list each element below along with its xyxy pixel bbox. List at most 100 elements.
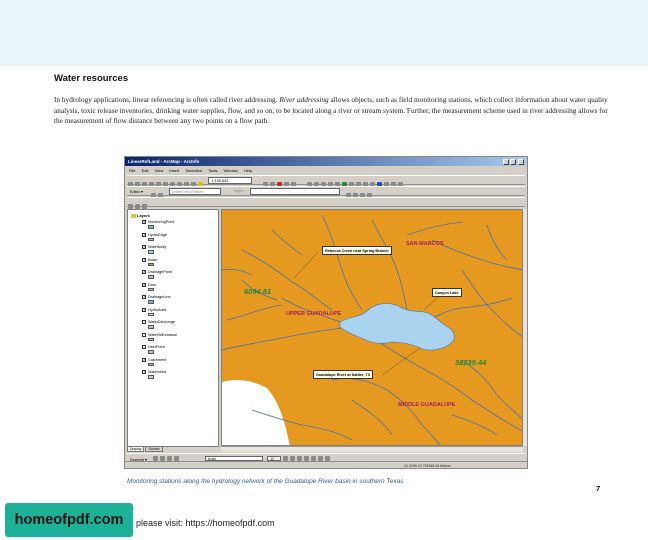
status-coordinates: -21.0299.02 794363.46 Meters xyxy=(403,463,451,468)
header-banner xyxy=(0,0,648,66)
watermark-logo[interactable]: homeofpdf.com xyxy=(5,503,133,537)
marker-color-icon[interactable] xyxy=(325,455,331,461)
layer-name: HydroArea xyxy=(148,307,167,312)
menu-bar: File Edit View Insert Selection Tools Wi… xyxy=(125,167,527,174)
editor-toolbar: Editor ▾ Create New Feature Target: xyxy=(127,186,525,198)
status-bar: -21.0299.02 794363.46 Meters xyxy=(125,461,527,468)
layer-symbol-swatch xyxy=(148,337,154,341)
close-button[interactable] xyxy=(518,158,524,165)
menu-edit[interactable]: Edit xyxy=(142,168,149,173)
font-color-icon[interactable] xyxy=(304,455,310,461)
layer-name: DrainageLine xyxy=(148,295,171,299)
task-dropdown[interactable]: Create New Feature xyxy=(168,188,221,195)
layer-checkbox[interactable] xyxy=(142,345,146,349)
watermark-text: please visit: https://homeofpdf.com xyxy=(136,518,275,528)
target-dropdown[interactable] xyxy=(250,188,341,195)
outside-basin-area xyxy=(222,380,290,445)
menu-tools[interactable]: Tools xyxy=(208,168,217,173)
label-san-marcos: SAN MARCOS xyxy=(406,241,444,247)
layer-symbol-swatch xyxy=(148,262,154,266)
underline-icon[interactable] xyxy=(297,455,303,461)
layer-name: Basin xyxy=(148,257,158,262)
toc-root[interactable]: Layers xyxy=(131,213,150,218)
layer-checkbox[interactable]: ✓ xyxy=(142,257,146,262)
menu-window[interactable]: Window xyxy=(223,168,237,173)
layer-symbol-swatch xyxy=(148,375,154,379)
menu-insert[interactable]: Insert xyxy=(169,168,179,173)
layer-symbol-swatch xyxy=(148,237,154,241)
fill-color-icon[interactable] xyxy=(311,455,317,461)
layer-symbol-swatch xyxy=(148,225,154,229)
layer-symbol-swatch xyxy=(148,275,154,279)
measure-label-left: 6094.81 xyxy=(244,287,272,296)
toc-tabs: Display Source xyxy=(127,446,219,452)
layer-name: Catchment xyxy=(148,357,167,362)
layer-checkbox[interactable]: ✓ xyxy=(142,245,146,249)
tab-source[interactable]: Source xyxy=(145,446,163,452)
callout-rebecca-creek[interactable]: Rebecca Creek near Spring Branch xyxy=(322,246,392,255)
target-label: Target: xyxy=(233,189,244,193)
menu-help[interactable]: Help xyxy=(244,168,252,173)
page-number: 7 xyxy=(596,484,601,493)
text-tool-icon[interactable] xyxy=(173,455,179,461)
layer-checkbox[interactable] xyxy=(142,332,146,337)
measure-label-right: 38239.44 xyxy=(455,358,487,367)
layer-symbol-swatch xyxy=(148,312,154,316)
layer-symbol-swatch xyxy=(148,325,154,329)
menu-view[interactable]: View xyxy=(155,168,164,173)
menu-selection[interactable]: Selection xyxy=(185,168,201,173)
layer-name: DrainagePoint xyxy=(148,270,173,274)
layer-checkbox[interactable]: ✓ xyxy=(142,370,146,374)
layer-name: WaterDischarge xyxy=(148,320,176,324)
layer-checkbox[interactable] xyxy=(142,320,146,324)
map-horizontal-scrollbar[interactable] xyxy=(221,446,523,452)
layer-checkbox[interactable]: ✓ xyxy=(142,282,146,287)
menu-file[interactable]: File xyxy=(129,168,135,173)
maximize-button[interactable] xyxy=(510,158,516,165)
callout-canyon-lake[interactable]: Canyon Lake xyxy=(432,288,462,297)
label-middle-guadalupe: MIDDLE GUADALUPE xyxy=(398,402,456,408)
layer-checkbox[interactable]: ✓ xyxy=(142,232,146,237)
drawing-toolbar: Drawing ▾ Arial 10 xyxy=(127,453,525,462)
body-emphasis: River addressing xyxy=(279,95,329,104)
figure-caption: Monitoring stations along the hydrology … xyxy=(127,478,404,485)
layer-checkbox[interactable]: ✓ xyxy=(142,357,146,362)
select-pointer-icon[interactable] xyxy=(152,455,158,461)
layer-name: Watershed xyxy=(148,370,167,374)
window-titlebar: LinearRefLand - ArcMap - ArcInfo xyxy=(125,157,527,166)
map-view[interactable]: SAN MARCOS UPPER GUADALUPE MIDDLE GUADAL… xyxy=(221,209,523,446)
layer-symbol-swatch xyxy=(148,250,154,254)
scale-box[interactable]: 1:155,542 xyxy=(208,177,253,184)
window-title: LinearRefLand - ArcMap - ArcInfo xyxy=(128,159,200,164)
callout-sattler[interactable]: Guadalupe River at Sattler, TX xyxy=(313,370,374,379)
body-text-1: In hydrology applications, linear refere… xyxy=(54,95,280,104)
layers-folder-icon xyxy=(131,213,136,218)
map-vertical-scrollbar[interactable] xyxy=(523,209,527,446)
layer-symbol-swatch xyxy=(148,300,154,304)
layer-symbol-swatch xyxy=(148,350,154,354)
line-color-icon[interactable] xyxy=(318,455,324,461)
layer-symbol-swatch xyxy=(148,287,154,291)
section-heading: Water resources xyxy=(54,73,129,84)
arcmap-screenshot: LinearRefLand - ArcMap - ArcInfo File Ed… xyxy=(124,156,528,469)
rectangle-icon[interactable] xyxy=(166,455,172,461)
layer-name: Dam xyxy=(148,282,157,287)
layer-name: HydroEdge xyxy=(148,232,167,237)
layer-checkbox[interactable]: ✓ xyxy=(142,270,146,274)
label-upper-guadalupe: UPPER GUADALUPE xyxy=(286,311,342,317)
layer-checkbox[interactable]: ✓ xyxy=(142,295,146,299)
table-of-contents: Layers ✓ MonitoringPoint ✓ HydroEdge ✓ Waterb… xyxy=(127,209,219,447)
tools-toolbar xyxy=(127,197,525,209)
canyon-lake xyxy=(339,303,455,351)
tab-display[interactable]: Display xyxy=(127,446,145,452)
minimize-button[interactable] xyxy=(503,158,509,165)
layer-checkbox[interactable]: ✓ xyxy=(142,307,146,312)
bold-icon[interactable] xyxy=(283,455,289,461)
italic-icon[interactable] xyxy=(290,455,296,461)
layer-name: UserPoint xyxy=(148,345,165,349)
layer-checkbox[interactable]: ✓ xyxy=(142,220,146,224)
toc-root-label: Layers xyxy=(137,213,150,218)
editor-menu[interactable]: Editor ▾ xyxy=(130,189,143,194)
rotate-icon[interactable] xyxy=(159,455,165,461)
layer-name: WaterWithdrawal xyxy=(148,332,177,337)
